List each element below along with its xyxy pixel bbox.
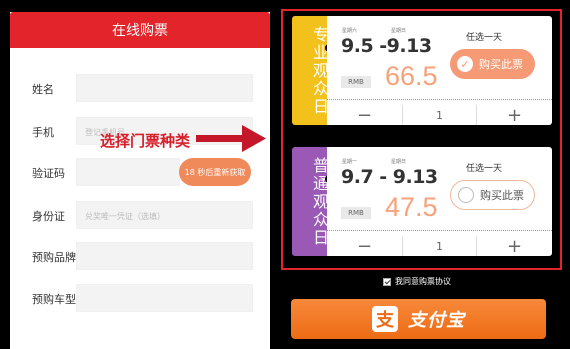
ticket-body: 星期一 星期日 9.7 - 9.13 RMB 47.5 任选一天 购买此票 − … [327, 147, 552, 257]
form-title: 在线购票 [10, 12, 270, 48]
id-label: 身份证 [32, 210, 65, 223]
code-row: 验证码 18 秒后重新获取 [10, 158, 270, 186]
model-row: 预购车型 [10, 284, 270, 312]
agreement-checkbox[interactable] [383, 277, 391, 286]
right-arrow-icon [196, 125, 266, 152]
any-day-note: 任选一天 [466, 33, 503, 43]
buy-label: 购买此票 [480, 189, 524, 202]
date-range: 9.7 - 9.13 [341, 166, 438, 188]
check-icon: ✓ [457, 56, 473, 72]
decrease-button[interactable]: − [327, 236, 402, 257]
alipay-label: 支付宝 [408, 310, 465, 331]
id-input[interactable]: 兑奖唯一凭证（选填） [76, 201, 253, 229]
ticket-purchase-page: 在线购票 姓名 手机 登记手机号 验证码 18 秒后重新获取 身份证 兑奖唯一凭… [0, 0, 570, 349]
agreement-label: 我同意购票协议 [395, 277, 451, 286]
radio-circle-icon [458, 187, 474, 203]
increase-button[interactable]: + [477, 105, 552, 126]
quantity-value[interactable]: 1 [402, 105, 477, 125]
phone-label: 手机 [32, 126, 54, 139]
agreement-checkbox-row[interactable]: 我同意购票协议 [383, 276, 451, 287]
resend-code-button[interactable]: 18 秒后重新获取 [179, 158, 251, 186]
name-row: 姓名 [10, 74, 270, 102]
decrease-button[interactable]: − [327, 105, 402, 126]
currency-badge: RMB [341, 207, 371, 219]
alipay-logo-icon: 支 [372, 306, 398, 332]
alipay-button[interactable]: 支 支付宝 [291, 299, 546, 339]
start-weekday: 星期一 [342, 159, 358, 165]
ticket-body: 星期六 星期日 9.5 -9.13 RMB 66.5 任选一天 ✓ 购买此票 −… [327, 16, 552, 126]
model-label: 预购车型 [32, 293, 76, 306]
ticket-professional: 专业观众日 星期六 星期日 9.5 -9.13 RMB 66.5 任选一天 ✓ … [292, 16, 552, 126]
perforation-divider [327, 99, 552, 100]
choose-ticket-hint: 选择门票种类 [100, 132, 191, 150]
any-day-note: 任选一天 [466, 164, 503, 174]
end-weekday: 星期日 [391, 159, 407, 165]
ticket-stub: 专业观众日 [292, 16, 329, 125]
ticket-selection-area: 专业观众日 星期六 星期日 9.5 -9.13 RMB 66.5 任选一天 ✓ … [281, 9, 562, 270]
ticket-type-label: 专业观众日 [310, 25, 329, 116]
end-weekday: 星期日 [391, 28, 407, 34]
name-label: 姓名 [32, 83, 54, 96]
purchase-form: 在线购票 姓名 手机 登记手机号 验证码 18 秒后重新获取 身份证 兑奖唯一凭… [10, 12, 270, 349]
date-range: 9.5 -9.13 [341, 35, 432, 57]
ticket-type-label: 普通观众日 [310, 156, 329, 247]
name-input[interactable] [76, 74, 253, 102]
currency-badge: RMB [341, 76, 371, 88]
buy-ticket-button[interactable]: 购买此票 [450, 180, 535, 210]
ticket-price: 47.5 [385, 192, 438, 222]
ticket-price: 66.5 [385, 61, 438, 91]
code-label: 验证码 [32, 167, 65, 180]
brand-input[interactable] [76, 242, 253, 270]
ticket-general: 普通观众日 星期一 星期日 9.7 - 9.13 RMB 47.5 任选一天 购… [292, 147, 552, 257]
start-weekday: 星期六 [342, 28, 358, 34]
quantity-stepper: − 1 + [327, 105, 552, 126]
quantity-value[interactable]: 1 [402, 236, 477, 256]
ticket-stub: 普通观众日 [292, 147, 329, 256]
brand-row: 预购品牌 [10, 242, 270, 270]
brand-label: 预购品牌 [32, 251, 76, 264]
buy-label: 购买此票 [479, 58, 523, 71]
model-input[interactable] [76, 284, 253, 312]
buy-ticket-button[interactable]: ✓ 购买此票 [450, 49, 535, 79]
perforation-divider [327, 230, 552, 231]
code-input[interactable] [76, 158, 180, 186]
increase-button[interactable]: + [477, 236, 552, 257]
id-row: 身份证 兑奖唯一凭证（选填） [10, 201, 270, 229]
quantity-stepper: − 1 + [327, 236, 552, 257]
